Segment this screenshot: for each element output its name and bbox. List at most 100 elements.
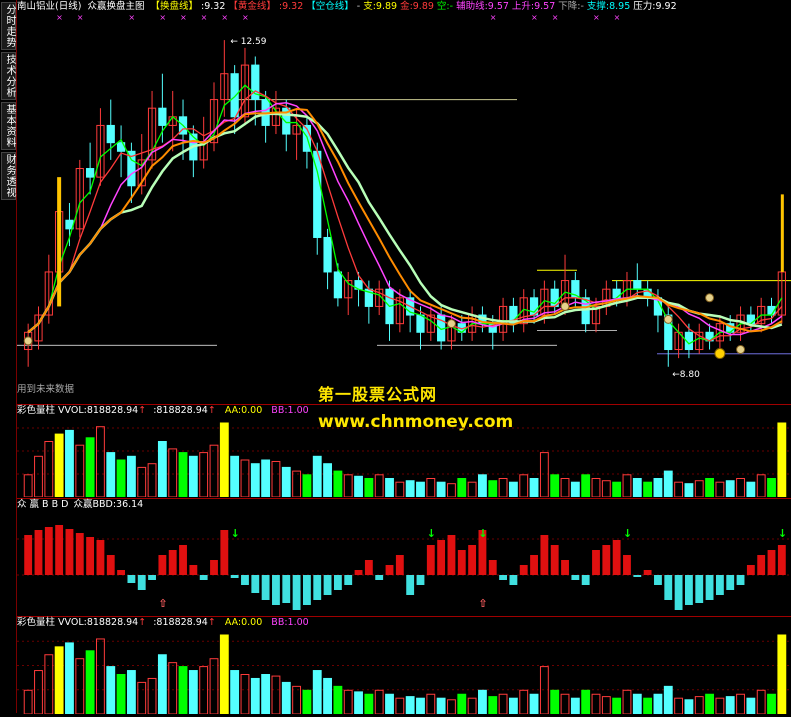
candle-body — [106, 124, 115, 144]
bbd-bar — [623, 555, 631, 575]
volume-bar — [478, 474, 487, 498]
volume-panel-2[interactable] — [17, 616, 791, 715]
volume-bar — [271, 460, 281, 498]
volume-bar — [674, 481, 684, 498]
volume-panel[interactable] — [17, 404, 791, 498]
coin-icon — [446, 319, 456, 329]
volume-bar — [323, 463, 332, 498]
volume-bar — [157, 654, 167, 715]
volume-bar — [777, 634, 787, 715]
header-item: 压力:9.92 — [633, 1, 677, 12]
candle-body — [230, 73, 239, 118]
bbd-bar — [385, 565, 394, 575]
volume-bar — [374, 474, 384, 498]
bbd-bar — [499, 575, 508, 580]
candle-body — [333, 271, 343, 299]
header-item: 上升:9.57 — [511, 1, 556, 12]
volume-bar — [632, 693, 642, 715]
low-price-label: ←8.80 — [672, 370, 700, 380]
bbd-bar — [457, 550, 466, 575]
bbd-bar — [633, 575, 642, 577]
volume-bar — [560, 478, 570, 498]
volume-bar — [622, 689, 632, 715]
bbd-bar — [179, 545, 187, 575]
bbd-panel[interactable]: ↓ ↓ ↓ ↓ ↓ ⇧ ⇧ — [17, 498, 791, 615]
volume-bar — [65, 429, 74, 498]
header-item: 【黄金线】 — [228, 1, 276, 12]
bbd-bar — [364, 560, 373, 575]
volume-bars[interactable] — [17, 405, 791, 498]
volume-bar — [550, 689, 560, 715]
down-arrow-icon: ↓ — [778, 527, 787, 540]
bbd-bar — [426, 545, 435, 575]
volume-bar — [715, 481, 725, 498]
volume-bar — [653, 478, 663, 498]
bbd-bar — [602, 545, 611, 575]
future-data-label: 用到未来数据 — [17, 384, 75, 395]
bbd-bar — [220, 530, 229, 575]
volume-bar — [570, 481, 580, 498]
tab-fundamentals[interactable]: 基本资料 — [1, 102, 16, 150]
bbd-bar — [210, 560, 218, 575]
bbd-bar — [416, 575, 425, 585]
bbd-bar — [715, 575, 724, 595]
volume-bars-2[interactable] — [17, 617, 791, 715]
volume-bar — [725, 696, 735, 715]
volume-bar — [96, 426, 105, 498]
bbd-bar — [488, 560, 497, 575]
bbd-bar — [612, 540, 621, 575]
bbd-bar — [540, 535, 549, 575]
signal-x-icon: × — [242, 14, 249, 22]
bbd-bar — [55, 525, 64, 575]
coin-icon — [663, 314, 673, 324]
volume-bar — [508, 697, 518, 715]
volume-bar — [116, 459, 126, 498]
tab-technical[interactable]: 技术分析 — [1, 52, 16, 100]
volume-bar — [416, 481, 425, 498]
volume-bar — [364, 693, 374, 715]
vol-bb: BB:1.00 — [271, 405, 309, 416]
up-arrow-icon: ↑ — [138, 405, 147, 416]
left-sidebar: 分时走势 技术分析 基本资料 财务透视 — [0, 0, 17, 713]
bbd-bar — [333, 575, 342, 590]
bbd-bar — [447, 535, 456, 575]
volume-bar — [65, 642, 74, 715]
volume-bar — [302, 474, 312, 498]
volume-bar — [23, 689, 33, 715]
volume-bar — [240, 674, 250, 715]
bbd-bar — [127, 575, 136, 583]
candlestick-chart[interactable]: ← 12.59 ←8.80 × × × × × × × × × × × × × — [17, 13, 791, 400]
volume-bar — [663, 470, 673, 498]
candle-body — [323, 236, 332, 273]
volume-bar — [436, 481, 446, 498]
bbd-bar — [34, 530, 43, 575]
main-price-panel[interactable]: ← 12.59 ←8.80 × × × × × × × × × × × × × — [17, 13, 791, 400]
volume-bar — [54, 646, 64, 715]
bbd-bar — [654, 575, 662, 585]
volume-bar — [364, 478, 374, 498]
volume-bar — [85, 650, 95, 715]
bbd-bar — [509, 575, 518, 585]
bbd-bars[interactable]: ↓ ↓ ↓ ↓ ↓ ⇧ ⇧ — [17, 499, 791, 615]
tab-financials[interactable]: 财务透视 — [1, 152, 16, 200]
volume-bar — [416, 697, 425, 715]
signal-x-icon: × — [593, 14, 600, 22]
volume-bar — [333, 470, 343, 498]
bbd-bar — [199, 575, 208, 580]
tab-intraday[interactable]: 分时走势 — [1, 2, 16, 50]
bbd-bar — [313, 575, 322, 600]
volume-bar — [581, 689, 591, 715]
bbd-bar — [24, 535, 33, 575]
volume-bar — [591, 693, 601, 715]
volume-bar — [343, 689, 353, 715]
bbd-bar — [664, 575, 673, 600]
volume-bar — [96, 638, 105, 715]
volume-bar — [343, 474, 353, 498]
bbd-bar — [684, 575, 693, 605]
bbd-bar — [746, 565, 755, 575]
volume-bar — [736, 478, 745, 498]
volume-bar — [240, 459, 250, 498]
volume-bar — [705, 693, 714, 715]
volume-bar — [209, 444, 219, 498]
bbd-bar — [736, 575, 745, 585]
